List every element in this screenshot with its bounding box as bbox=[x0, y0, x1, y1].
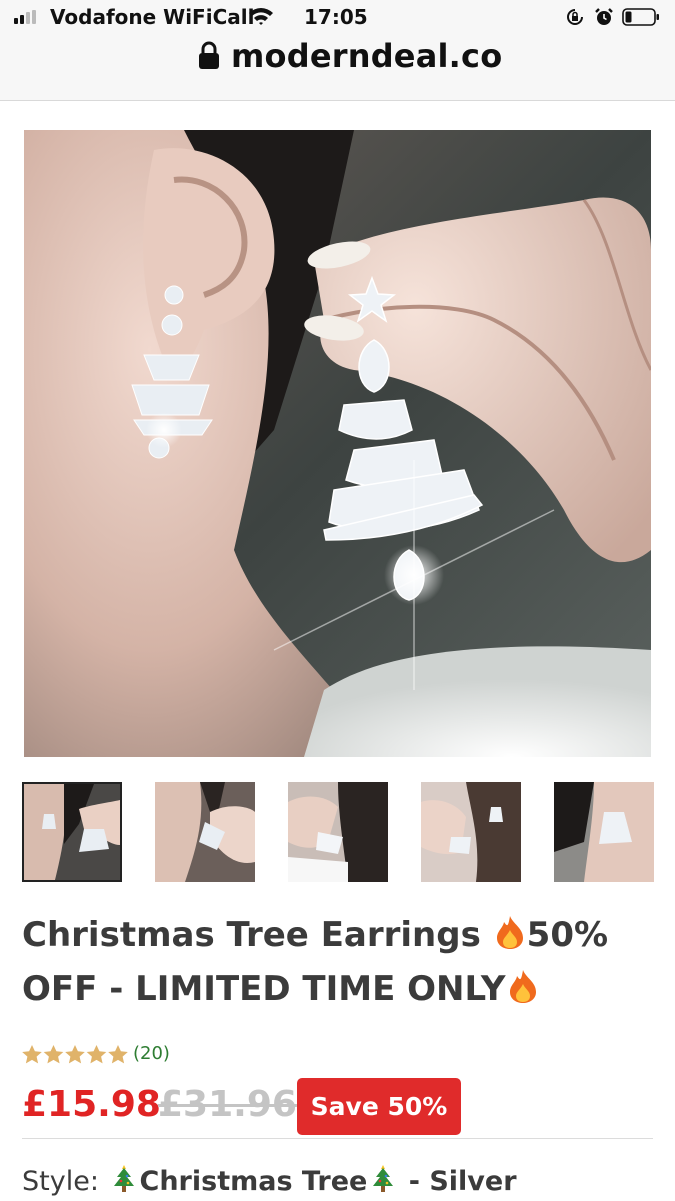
thumbnail-strip bbox=[22, 782, 654, 882]
christmas-tree-icon bbox=[370, 1164, 396, 1194]
style-value: Christmas Tree bbox=[139, 1166, 368, 1197]
carrier-name: Vodafone WiFiCall bbox=[50, 5, 255, 29]
divider bbox=[22, 1138, 653, 1139]
thumbnail-4[interactable] bbox=[421, 782, 521, 882]
save-badge: Save 50% bbox=[297, 1078, 461, 1135]
domain-text: moderndeal.co bbox=[231, 37, 503, 75]
christmas-tree-icon bbox=[111, 1164, 137, 1194]
product-title: Christmas Tree Earrings 50% OFF - LIMITE… bbox=[22, 908, 642, 1016]
sale-price: £15.98 bbox=[22, 1084, 161, 1125]
lock-icon bbox=[199, 41, 219, 69]
style-selector-label: Style: Christmas Tree - Silver bbox=[22, 1164, 517, 1197]
compare-price: £31.96 bbox=[158, 1084, 297, 1125]
style-value-suffix: - Silver bbox=[399, 1166, 517, 1197]
product-title-text-1: Christmas Tree Earrings bbox=[22, 915, 493, 955]
thumbnail-2[interactable] bbox=[155, 782, 255, 882]
fire-icon bbox=[506, 962, 540, 1016]
star-rating-icon bbox=[22, 1045, 128, 1064]
clock: 17:05 bbox=[304, 5, 368, 29]
thumbnail-1[interactable] bbox=[22, 782, 122, 882]
fire-icon bbox=[493, 908, 527, 962]
signal-icon bbox=[14, 10, 40, 24]
url-bar[interactable]: moderndeal.co bbox=[0, 34, 675, 101]
rotation-lock-icon bbox=[567, 9, 583, 25]
thumbnail-3[interactable] bbox=[288, 782, 388, 882]
style-label: Style: bbox=[22, 1166, 99, 1197]
product-main-image[interactable] bbox=[24, 130, 651, 757]
alarm-icon bbox=[595, 8, 613, 25]
battery-icon bbox=[622, 8, 659, 26]
wifi-icon bbox=[249, 8, 273, 25]
thumbnail-5[interactable] bbox=[554, 782, 654, 882]
review-count[interactable]: (20) bbox=[133, 1043, 170, 1064]
status-bar: Vodafone WiFiCall 17:05 bbox=[0, 0, 675, 34]
